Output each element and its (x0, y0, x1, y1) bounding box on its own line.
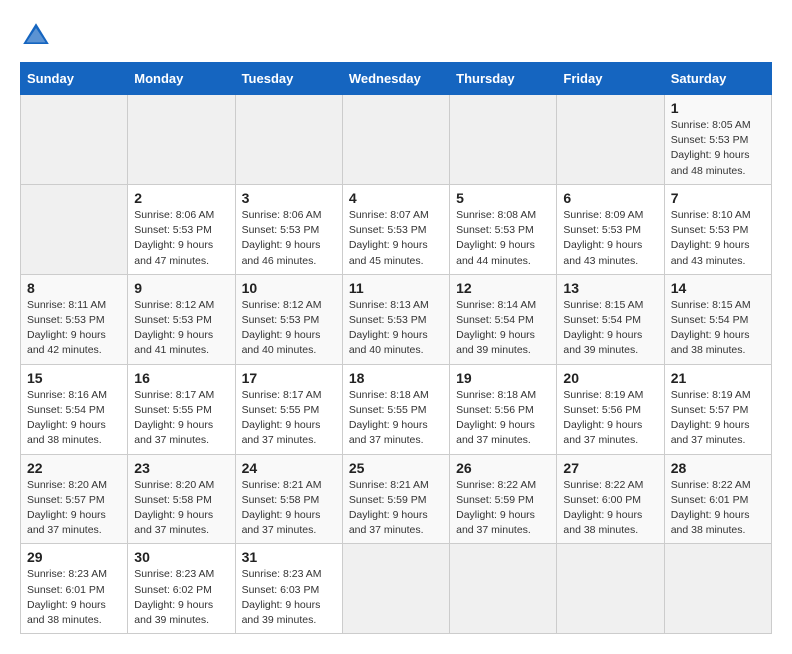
day-cell-2: 2Sunrise: 8:06 AMSunset: 5:53 PMDaylight… (128, 184, 235, 274)
calendar-week-3: 8Sunrise: 8:11 AMSunset: 5:53 PMDaylight… (21, 274, 772, 364)
calendar-week-1: 1Sunrise: 8:05 AMSunset: 5:53 PMDaylight… (21, 95, 772, 185)
day-header-wednesday: Wednesday (342, 63, 449, 95)
day-cell-12: 12Sunrise: 8:14 AMSunset: 5:54 PMDayligh… (450, 274, 557, 364)
day-cell-13: 13Sunrise: 8:15 AMSunset: 5:54 PMDayligh… (557, 274, 664, 364)
day-cell-18: 18Sunrise: 8:18 AMSunset: 5:55 PMDayligh… (342, 364, 449, 454)
logo-icon (20, 20, 52, 52)
day-header-friday: Friday (557, 63, 664, 95)
day-cell-25: 25Sunrise: 8:21 AMSunset: 5:59 PMDayligh… (342, 454, 449, 544)
day-cell-26: 26Sunrise: 8:22 AMSunset: 5:59 PMDayligh… (450, 454, 557, 544)
day-cell-6: 6Sunrise: 8:09 AMSunset: 5:53 PMDaylight… (557, 184, 664, 274)
day-header-saturday: Saturday (664, 63, 771, 95)
day-cell-30: 30Sunrise: 8:23 AMSunset: 6:02 PMDayligh… (128, 544, 235, 634)
day-cell-22: 22Sunrise: 8:20 AMSunset: 5:57 PMDayligh… (21, 454, 128, 544)
day-cell-19: 19Sunrise: 8:18 AMSunset: 5:56 PMDayligh… (450, 364, 557, 454)
header (20, 20, 772, 52)
day-cell-24: 24Sunrise: 8:21 AMSunset: 5:58 PMDayligh… (235, 454, 342, 544)
day-cell-10: 10Sunrise: 8:12 AMSunset: 5:53 PMDayligh… (235, 274, 342, 364)
day-cell-7: 7Sunrise: 8:10 AMSunset: 5:53 PMDaylight… (664, 184, 771, 274)
day-header-tuesday: Tuesday (235, 63, 342, 95)
logo (20, 20, 56, 52)
calendar-week-2: 2Sunrise: 8:06 AMSunset: 5:53 PMDaylight… (21, 184, 772, 274)
day-cell-14: 14Sunrise: 8:15 AMSunset: 5:54 PMDayligh… (664, 274, 771, 364)
day-cell-15: 15Sunrise: 8:16 AMSunset: 5:54 PMDayligh… (21, 364, 128, 454)
empty-cell (235, 95, 342, 185)
day-cell-29: 29Sunrise: 8:23 AMSunset: 6:01 PMDayligh… (21, 544, 128, 634)
day-cell-8: 8Sunrise: 8:11 AMSunset: 5:53 PMDaylight… (21, 274, 128, 364)
calendar-table: SundayMondayTuesdayWednesdayThursdayFrid… (20, 62, 772, 634)
day-cell-1: 1Sunrise: 8:05 AMSunset: 5:53 PMDaylight… (664, 95, 771, 185)
empty-cell (21, 95, 128, 185)
day-cell-16: 16Sunrise: 8:17 AMSunset: 5:55 PMDayligh… (128, 364, 235, 454)
day-header-thursday: Thursday (450, 63, 557, 95)
day-cell-5: 5Sunrise: 8:08 AMSunset: 5:53 PMDaylight… (450, 184, 557, 274)
empty-cell (450, 95, 557, 185)
calendar-week-6: 29Sunrise: 8:23 AMSunset: 6:01 PMDayligh… (21, 544, 772, 634)
day-cell-17: 17Sunrise: 8:17 AMSunset: 5:55 PMDayligh… (235, 364, 342, 454)
calendar-week-5: 22Sunrise: 8:20 AMSunset: 5:57 PMDayligh… (21, 454, 772, 544)
empty-cell (557, 544, 664, 634)
day-cell-9: 9Sunrise: 8:12 AMSunset: 5:53 PMDaylight… (128, 274, 235, 364)
day-cell-31: 31Sunrise: 8:23 AMSunset: 6:03 PMDayligh… (235, 544, 342, 634)
empty-cell (21, 184, 128, 274)
empty-cell (342, 544, 449, 634)
day-cell-21: 21Sunrise: 8:19 AMSunset: 5:57 PMDayligh… (664, 364, 771, 454)
day-cell-23: 23Sunrise: 8:20 AMSunset: 5:58 PMDayligh… (128, 454, 235, 544)
empty-cell (450, 544, 557, 634)
day-cell-11: 11Sunrise: 8:13 AMSunset: 5:53 PMDayligh… (342, 274, 449, 364)
calendar-week-4: 15Sunrise: 8:16 AMSunset: 5:54 PMDayligh… (21, 364, 772, 454)
day-cell-4: 4Sunrise: 8:07 AMSunset: 5:53 PMDaylight… (342, 184, 449, 274)
day-cell-20: 20Sunrise: 8:19 AMSunset: 5:56 PMDayligh… (557, 364, 664, 454)
day-header-monday: Monday (128, 63, 235, 95)
empty-cell (128, 95, 235, 185)
calendar-header-row: SundayMondayTuesdayWednesdayThursdayFrid… (21, 63, 772, 95)
day-cell-28: 28Sunrise: 8:22 AMSunset: 6:01 PMDayligh… (664, 454, 771, 544)
day-header-sunday: Sunday (21, 63, 128, 95)
empty-cell (342, 95, 449, 185)
day-cell-3: 3Sunrise: 8:06 AMSunset: 5:53 PMDaylight… (235, 184, 342, 274)
empty-cell (664, 544, 771, 634)
empty-cell (557, 95, 664, 185)
day-cell-27: 27Sunrise: 8:22 AMSunset: 6:00 PMDayligh… (557, 454, 664, 544)
